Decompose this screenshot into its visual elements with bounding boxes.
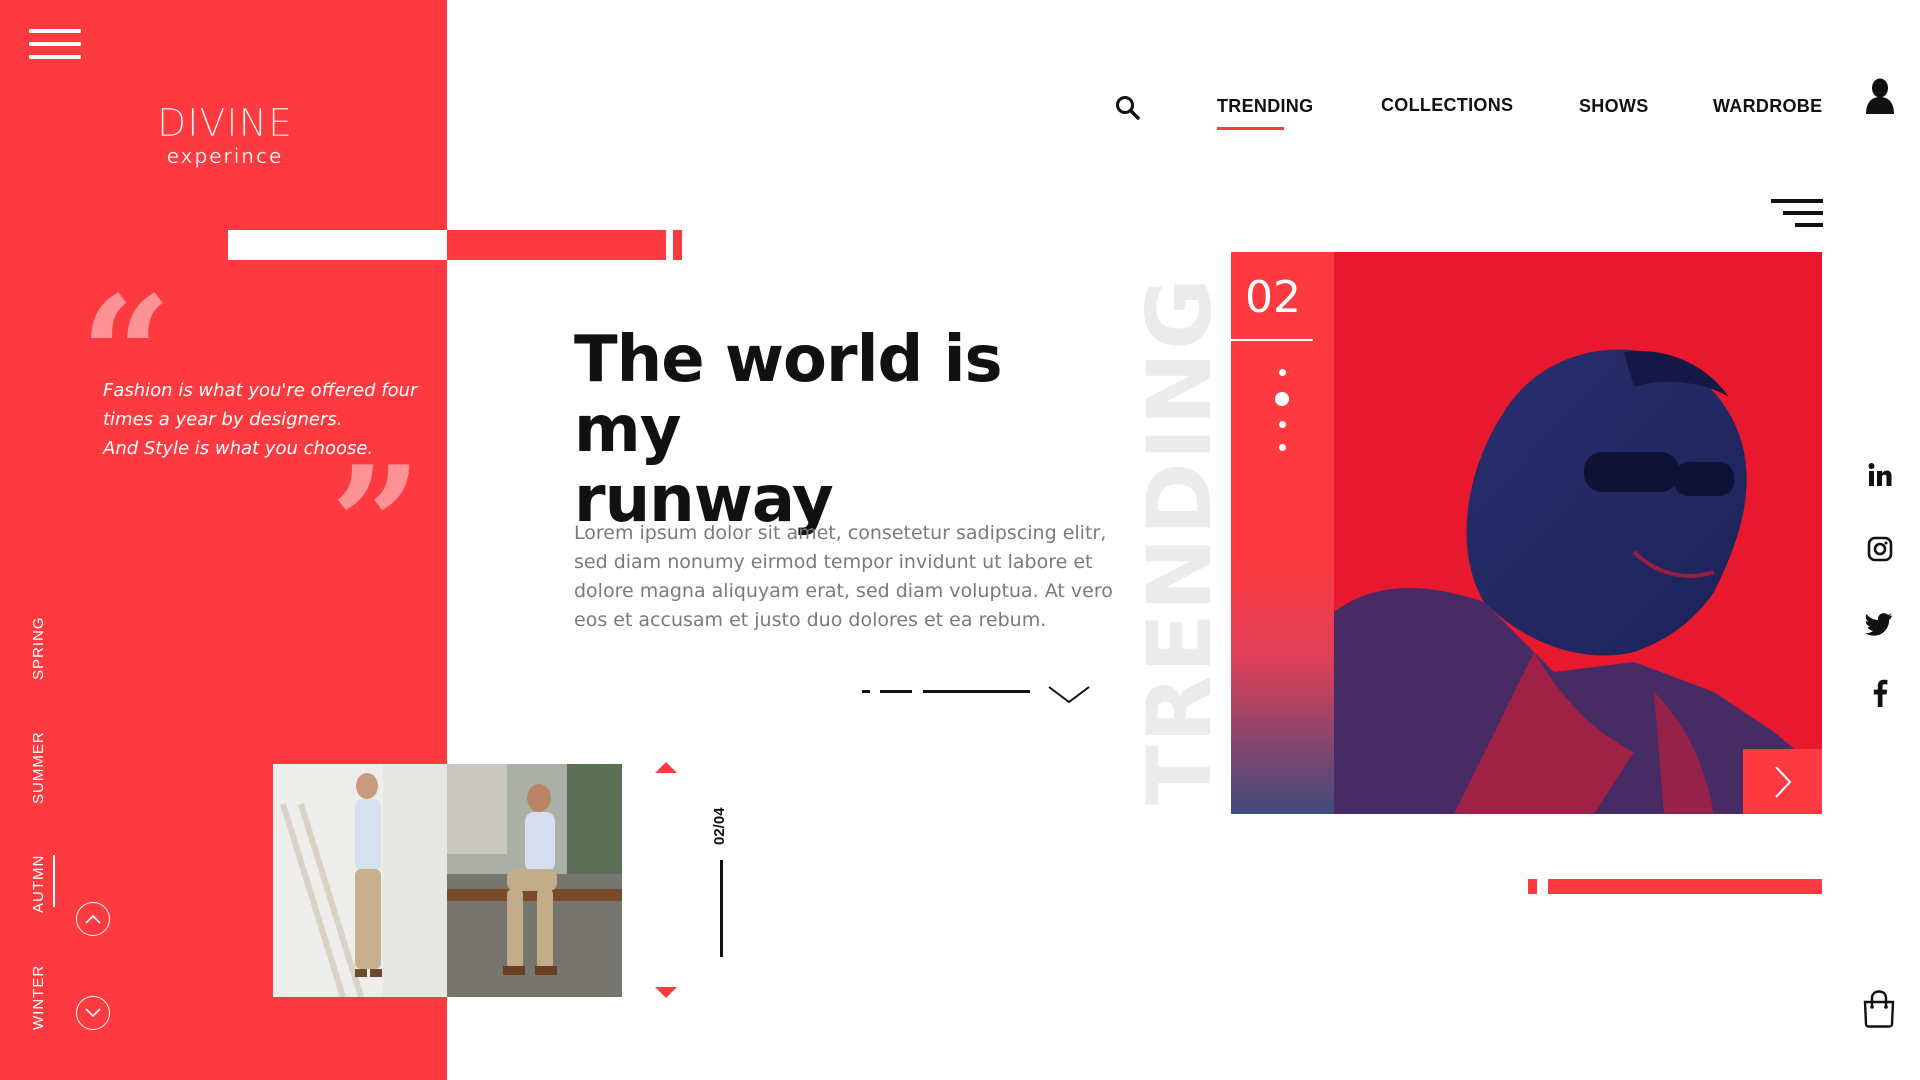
shopping-bag-icon: [1863, 990, 1895, 1028]
brand-logo[interactable]: DIVINE experince: [100, 104, 350, 166]
facebook-link[interactable]: [1865, 678, 1895, 708]
season-spring[interactable]: SPRING: [30, 616, 47, 680]
slide-next-arrow[interactable]: [655, 987, 677, 998]
facebook-icon: [1873, 679, 1888, 707]
hero-title-line: The world is my: [574, 323, 1003, 467]
hamburger-menu-button[interactable]: [29, 29, 81, 61]
hero-body: Lorem ipsum dolor sit amet, consetetur s…: [574, 522, 1113, 631]
search-icon: [1116, 96, 1140, 120]
shopping-bag-button[interactable]: [1862, 990, 1896, 1028]
season-down-button[interactable]: [76, 996, 110, 1030]
trending-vertical-label: TRENDING: [1128, 275, 1231, 805]
feature-portrait-illustration: [1334, 252, 1822, 814]
feature-card-strip: [1231, 252, 1334, 814]
quote-close-icon: ”: [330, 431, 423, 619]
quote-line: times a year by designers.: [103, 409, 343, 430]
season-active-indicator: [53, 855, 55, 907]
user-icon: [1866, 78, 1894, 114]
hero-title: The world is my runway: [574, 325, 1114, 535]
linkedin-link[interactable]: [1865, 460, 1895, 490]
nav-active-underline: [1217, 127, 1284, 130]
twitter-icon: [1865, 613, 1893, 636]
model-photo-illustration: [447, 764, 622, 997]
model-photo-2[interactable]: [447, 764, 622, 997]
user-account-button[interactable]: [1866, 78, 1894, 114]
model-photo-illustration: [273, 764, 447, 997]
feature-number: 02: [1245, 272, 1301, 323]
feature-progress-bar: [1548, 879, 1822, 894]
nav-shows[interactable]: SHOWS: [1579, 96, 1649, 117]
chevron-up-icon: [85, 914, 101, 924]
nav-wardrobe[interactable]: WARDROBE: [1713, 96, 1822, 117]
model-photo-1[interactable]: [273, 764, 447, 997]
instagram-link[interactable]: [1865, 534, 1895, 564]
feature-image[interactable]: [1334, 252, 1822, 814]
slide-prev-arrow[interactable]: [655, 762, 677, 773]
linkedin-icon: [1868, 463, 1892, 486]
chevron-down-icon: [85, 1008, 101, 1018]
feature-progress-marker: [1528, 879, 1537, 894]
chevron-down-icon: [1048, 686, 1090, 704]
decor-dash: [880, 690, 912, 693]
decor-dash: [923, 690, 1030, 693]
scroll-down-button[interactable]: [1047, 684, 1091, 706]
chevron-right-icon: [1774, 765, 1791, 798]
season-autumn[interactable]: AUTMN: [30, 855, 47, 913]
feature-dot[interactable]: [1279, 444, 1286, 451]
season-up-button[interactable]: [76, 902, 110, 936]
nav-trending[interactable]: TRENDING: [1217, 96, 1313, 117]
search-button[interactable]: [1115, 95, 1141, 121]
slide-counter-line: [720, 860, 723, 957]
season-summer[interactable]: SUMMER: [30, 731, 47, 804]
brand-tagline: experince: [166, 144, 284, 168]
filter-menu-button[interactable]: [1771, 199, 1823, 231]
feature-next-button[interactable]: [1743, 749, 1822, 814]
slide-progress-track: [228, 230, 447, 260]
slide-progress-marker: [673, 230, 682, 260]
feature-dot[interactable]: [1279, 369, 1286, 376]
quote-line: Fashion is what you're offered four: [103, 380, 418, 401]
season-winter[interactable]: WINTER: [30, 965, 47, 1030]
instagram-icon: [1867, 536, 1893, 562]
feature-dot[interactable]: [1279, 421, 1286, 428]
slide-counter: 02/04: [711, 807, 728, 845]
decor-dash: [862, 690, 870, 693]
twitter-link[interactable]: [1864, 610, 1894, 640]
nav-collections[interactable]: COLLECTIONS: [1381, 95, 1513, 116]
slide-progress-fill: [447, 230, 666, 260]
feature-number-underline: [1231, 339, 1313, 341]
brand-name: DIVINE: [156, 101, 294, 145]
feature-dot-active[interactable]: [1275, 392, 1289, 406]
